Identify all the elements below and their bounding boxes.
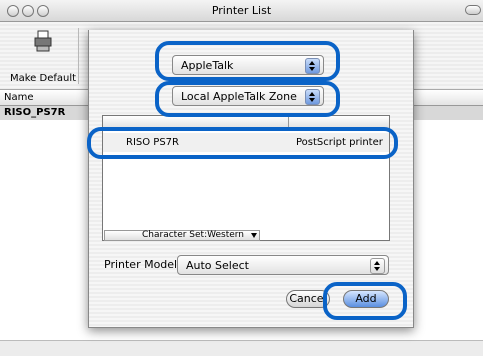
window-title: Printer List: [211, 4, 272, 17]
chevron-down-icon: [251, 233, 257, 238]
make-default-button[interactable]: Make Default: [8, 73, 78, 84]
status-bar: [0, 340, 483, 356]
character-set-label: Character Set:Western: [142, 230, 245, 240]
highlight-zone-popup: [155, 81, 340, 117]
printer-model-label: Printer Model:: [104, 258, 181, 271]
printer-model-popup[interactable]: Auto Select: [177, 255, 389, 275]
printer-name: RISO_PS7R: [4, 107, 66, 118]
highlight-printer-row: [87, 127, 398, 159]
highlight-connection-popup: [155, 41, 340, 81]
chevron-updown-icon: [370, 258, 385, 274]
column-header-name[interactable]: Name: [4, 92, 34, 103]
toolbar-toggle-icon[interactable]: [465, 5, 481, 15]
highlight-add-button: [323, 282, 407, 320]
toolbar-divider: [78, 28, 79, 84]
printer-icon[interactable]: [34, 30, 52, 52]
printer-model-value: Auto Select: [186, 259, 249, 272]
